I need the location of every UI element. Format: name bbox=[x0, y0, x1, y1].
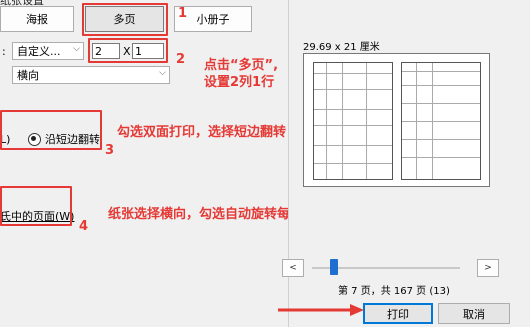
preview-sheet bbox=[303, 53, 490, 187]
chevron-down-icon: ⌵ bbox=[73, 44, 80, 54]
page-slider-thumb[interactable] bbox=[329, 259, 338, 275]
annotation-text-3: 勾选双面打印，选择短边翻转 bbox=[117, 125, 287, 140]
preview-page-right bbox=[401, 62, 481, 180]
previous-page-button[interactable]: < bbox=[282, 259, 304, 277]
annotation-number-2: 2 bbox=[176, 52, 186, 67]
print-button-label: 打印 bbox=[387, 307, 409, 321]
page-info-label: 第 7 页，共 167 页 (13) bbox=[338, 286, 450, 297]
annotation-text-2-line2: 设置2列1行 bbox=[204, 75, 275, 90]
cancel-button-label: 取消 bbox=[463, 307, 485, 321]
next-page-button[interactable]: > bbox=[477, 259, 499, 277]
poster-option-label: 海报 bbox=[26, 13, 48, 26]
chevron-left-icon: < bbox=[289, 263, 297, 273]
annotation-text-2: 点击“多页”, 设置2列1行 bbox=[204, 57, 278, 91]
annotation-number-1: 1 bbox=[178, 6, 188, 21]
annotation-box-1 bbox=[82, 3, 168, 36]
cancel-button[interactable]: 取消 bbox=[438, 303, 510, 324]
annotation-box-3 bbox=[0, 110, 102, 150]
preview-table-right bbox=[401, 62, 481, 180]
paper-size-label: 29.69 x 21 厘米 bbox=[303, 42, 380, 53]
annotation-arrow bbox=[278, 304, 364, 316]
preview-table-left bbox=[313, 62, 393, 180]
orientation-select[interactable]: 横向 ⌵ bbox=[12, 66, 170, 84]
annotation-number-3: 3 bbox=[105, 143, 115, 158]
booklet-option-label: 小册子 bbox=[196, 13, 230, 26]
layout-row-label: : bbox=[2, 45, 6, 58]
custom-layout-value: 自定义... bbox=[17, 45, 61, 58]
annotation-box-4 bbox=[0, 186, 72, 226]
poster-option-button[interactable]: 海报 bbox=[0, 6, 74, 32]
preview-page-left bbox=[313, 62, 393, 180]
print-button[interactable]: 打印 bbox=[363, 303, 433, 324]
orientation-value: 横向 bbox=[17, 69, 39, 82]
annotation-box-2 bbox=[88, 38, 168, 63]
chevron-down-icon: ⌵ bbox=[159, 68, 166, 78]
annotation-text-2-line1: 点击“多页”, bbox=[204, 58, 279, 73]
custom-layout-select[interactable]: 自定义... ⌵ bbox=[12, 42, 84, 60]
chevron-right-icon: > bbox=[484, 263, 492, 273]
annotation-number-4: 4 bbox=[79, 219, 89, 234]
